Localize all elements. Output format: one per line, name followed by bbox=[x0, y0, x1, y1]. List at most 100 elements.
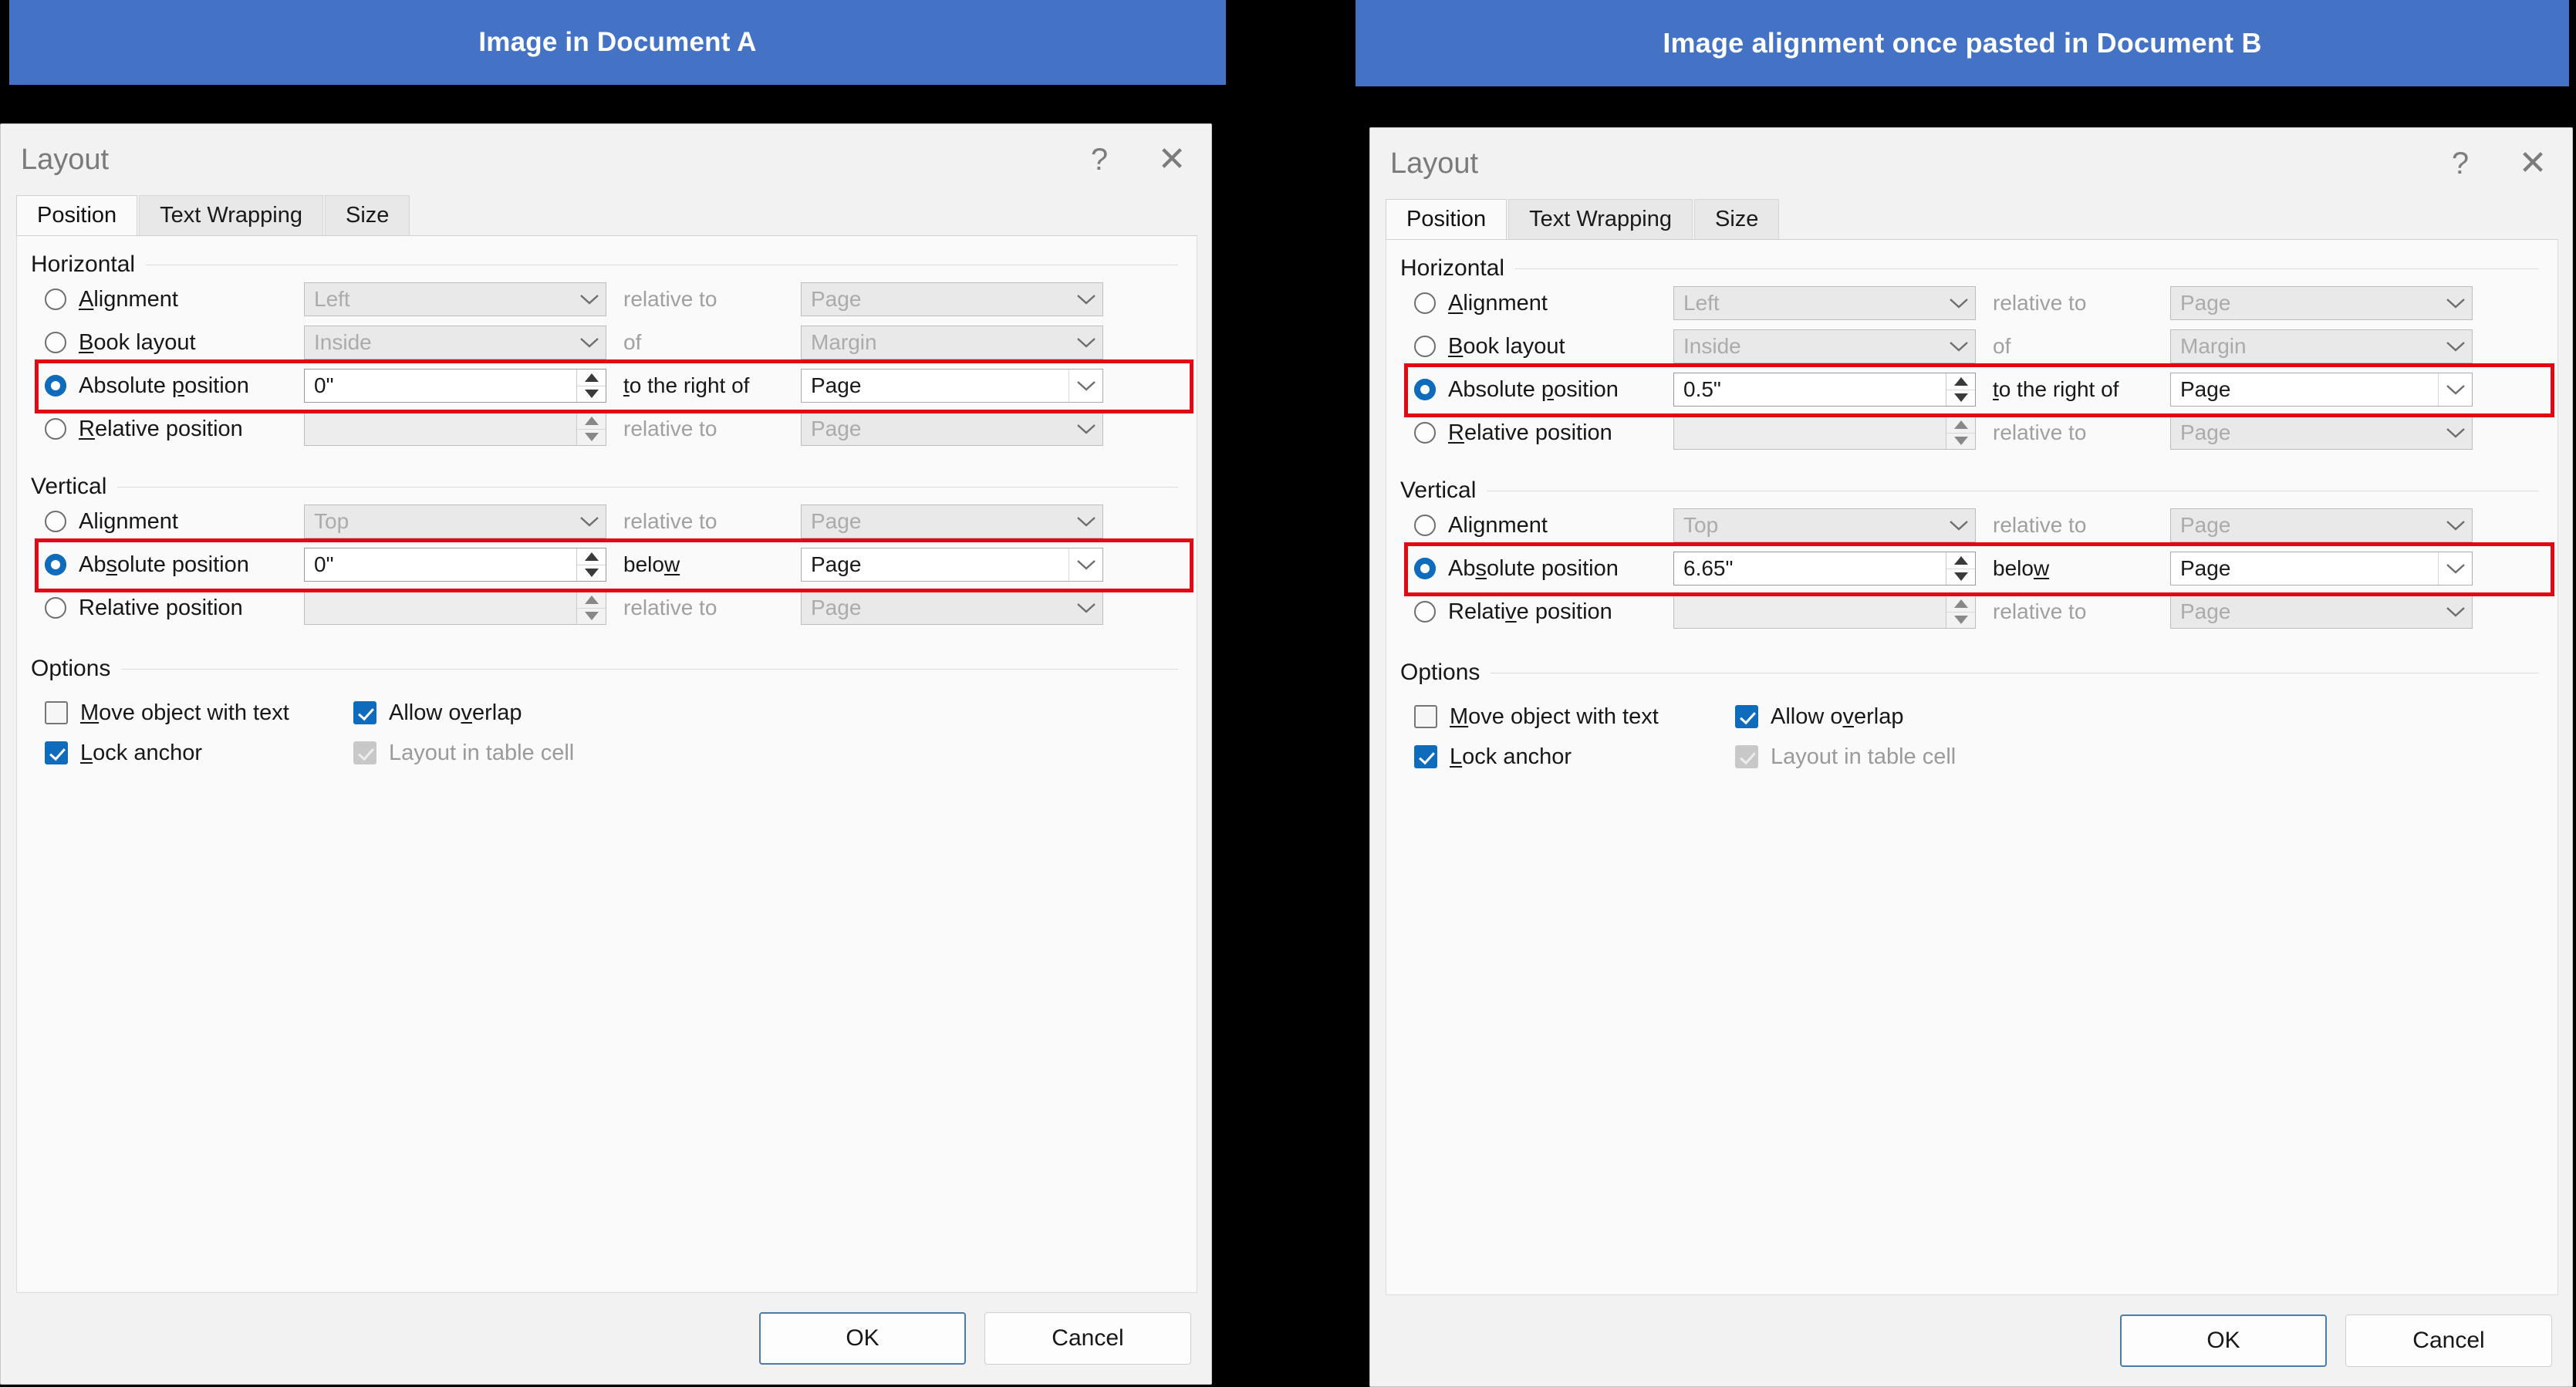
radio-option-horizontal-3[interactable]: Relative position bbox=[45, 417, 304, 442]
checkbox-right-0[interactable]: Allow overlap bbox=[353, 693, 574, 733]
radio-option-horizontal-0[interactable]: Alignment bbox=[1414, 291, 1673, 316]
radio-button[interactable] bbox=[1414, 422, 1436, 444]
radio-button[interactable] bbox=[45, 418, 66, 440]
checkbox-left-1[interactable]: Lock anchor bbox=[45, 733, 353, 773]
close-icon[interactable]: ✕ bbox=[1151, 139, 1193, 181]
checkbox-label: Layout in table cell bbox=[1771, 744, 1956, 770]
relation-label-horizontal-2: to the right of bbox=[1976, 377, 2170, 402]
radio-button[interactable] bbox=[1414, 558, 1436, 579]
spinner-vertical-1[interactable]: 6.65" bbox=[1673, 552, 1976, 586]
checkbox-icon[interactable] bbox=[353, 701, 376, 724]
stepper-up-icon[interactable] bbox=[1946, 552, 1975, 569]
radio-button[interactable] bbox=[1414, 292, 1436, 314]
cancel-button[interactable]: Cancel bbox=[2345, 1314, 2552, 1367]
spinner-horizontal-2-stepper[interactable] bbox=[576, 370, 606, 402]
spinner-vertical-1-stepper[interactable] bbox=[576, 548, 606, 581]
radio-option-horizontal-2[interactable]: Absolute position bbox=[45, 373, 304, 399]
radio-option-vertical-1[interactable]: Absolute position bbox=[45, 552, 304, 578]
checkbox-left-0[interactable]: Move object with text bbox=[45, 693, 353, 733]
checkbox-right-1: Layout in table cell bbox=[353, 733, 574, 773]
chevron-down-icon[interactable] bbox=[1069, 548, 1102, 581]
radio-button[interactable] bbox=[1414, 601, 1436, 623]
tab-position[interactable]: Position bbox=[16, 195, 137, 235]
tab-size[interactable]: Size bbox=[325, 195, 410, 235]
spinner-horizontal-2[interactable]: 0.5" bbox=[1673, 373, 1976, 407]
stepper-up-icon[interactable] bbox=[577, 548, 606, 565]
cancel-button[interactable]: Cancel bbox=[984, 1312, 1191, 1365]
radio-option-vertical-2[interactable]: Relative position bbox=[1414, 599, 1673, 625]
help-icon[interactable]: ? bbox=[2439, 143, 2481, 184]
radio-option-horizontal-3[interactable]: Relative position bbox=[1414, 420, 1673, 446]
row-vertical-1: Absolute position0"belowPage bbox=[45, 543, 1197, 586]
combo-target-vertical-1[interactable]: Page bbox=[801, 548, 1103, 582]
spinner-horizontal-2[interactable]: 0" bbox=[304, 369, 606, 403]
radio-button[interactable] bbox=[45, 332, 66, 353]
spinner-horizontal-2-stepper[interactable] bbox=[1946, 373, 1975, 406]
spinner-vertical-1[interactable]: 0" bbox=[304, 548, 606, 582]
radio-option-horizontal-0[interactable]: Alignment bbox=[45, 287, 304, 312]
chevron-down-icon[interactable] bbox=[2438, 373, 2472, 406]
spinner-vertical-1-value[interactable]: 0" bbox=[305, 548, 576, 581]
stepper-down-icon[interactable] bbox=[1946, 569, 1975, 586]
radio-button[interactable] bbox=[1414, 379, 1436, 400]
spinner-vertical-1-value[interactable]: 6.65" bbox=[1674, 552, 1946, 585]
spinner-horizontal-2-value[interactable]: 0.5" bbox=[1674, 373, 1946, 406]
radio-option-horizontal-1[interactable]: Book layout bbox=[45, 330, 304, 356]
combo-target-vertical-1[interactable]: Page bbox=[2170, 552, 2473, 586]
checkbox-left-0[interactable]: Move object with text bbox=[1414, 697, 1723, 737]
row-vertical-1: Absolute position6.65"belowPage bbox=[1414, 547, 2557, 590]
checkbox-icon[interactable] bbox=[45, 701, 68, 724]
group-label: Options bbox=[1400, 660, 1491, 686]
checkbox-icon[interactable] bbox=[1735, 705, 1758, 728]
checkbox-icon[interactable] bbox=[1414, 745, 1437, 768]
combo-vertical-0: Top bbox=[304, 505, 606, 538]
radio-option-vertical-2[interactable]: Relative position bbox=[45, 596, 304, 621]
radio-label: Alignment bbox=[79, 287, 178, 312]
combo-target-horizontal-2[interactable]: Page bbox=[2170, 373, 2473, 407]
options-left-column: Move object with textLock anchor bbox=[1414, 697, 1723, 777]
radio-option-horizontal-2[interactable]: Absolute position bbox=[1414, 377, 1673, 403]
radio-button[interactable] bbox=[45, 597, 66, 619]
stepper-down-icon[interactable] bbox=[577, 386, 606, 403]
rows-vertical: AlignmentToprelative toPageAbsolute posi… bbox=[1386, 504, 2557, 633]
radio-option-vertical-0[interactable]: Alignment bbox=[1414, 513, 1673, 538]
tab-text-wrapping[interactable]: Text Wrapping bbox=[139, 195, 323, 235]
tab-size[interactable]: Size bbox=[1694, 199, 1779, 239]
radio-button[interactable] bbox=[45, 289, 66, 310]
radio-button[interactable] bbox=[45, 554, 66, 575]
tab-position[interactable]: Position bbox=[1386, 199, 1507, 239]
combo-target-vertical-1-value: Page bbox=[802, 552, 861, 577]
checkbox-icon[interactable] bbox=[45, 741, 68, 764]
radio-button[interactable] bbox=[45, 375, 66, 397]
ok-button[interactable]: OK bbox=[2120, 1314, 2327, 1367]
help-icon[interactable]: ? bbox=[1079, 139, 1120, 181]
radio-button[interactable] bbox=[1414, 515, 1436, 536]
combo-target-horizontal-2-value: Page bbox=[2171, 377, 2230, 402]
radio-option-vertical-1[interactable]: Absolute position bbox=[1414, 556, 1673, 582]
checkbox-icon[interactable] bbox=[1414, 705, 1437, 728]
checkbox-right-1: Layout in table cell bbox=[1735, 737, 1956, 777]
close-icon[interactable]: ✕ bbox=[2512, 143, 2554, 184]
spinner-vertical-1-stepper[interactable] bbox=[1946, 552, 1975, 585]
checkbox-left-1[interactable]: Lock anchor bbox=[1414, 737, 1723, 777]
titlebar-buttons: ?✕ bbox=[1079, 124, 1193, 195]
spinner-horizontal-2-value[interactable]: 0" bbox=[305, 370, 576, 402]
radio-option-vertical-0[interactable]: Alignment bbox=[45, 509, 304, 535]
row-horizontal-3: Relative positionrelative toPage bbox=[1414, 411, 2557, 454]
stepper-up-icon[interactable] bbox=[1946, 373, 1975, 390]
radio-button[interactable] bbox=[1414, 336, 1436, 357]
stepper-up-icon[interactable] bbox=[577, 370, 606, 386]
chevron-down-icon[interactable] bbox=[2438, 552, 2472, 585]
titlebar-buttons: ?✕ bbox=[2439, 128, 2554, 199]
radio-option-horizontal-1[interactable]: Book layout bbox=[1414, 334, 1673, 359]
stepper-down-icon[interactable] bbox=[577, 565, 606, 582]
spinner-horizontal-3-value bbox=[1674, 417, 1946, 449]
chevron-down-icon[interactable] bbox=[1069, 370, 1102, 402]
combo-target-horizontal-2[interactable]: Page bbox=[801, 369, 1103, 403]
checkbox-right-0[interactable]: Allow overlap bbox=[1735, 697, 1956, 737]
stepper-down-icon bbox=[577, 609, 606, 625]
ok-button[interactable]: OK bbox=[759, 1312, 966, 1365]
radio-button[interactable] bbox=[45, 511, 66, 532]
tab-text-wrapping[interactable]: Text Wrapping bbox=[1508, 199, 1693, 239]
stepper-down-icon[interactable] bbox=[1946, 390, 1975, 407]
